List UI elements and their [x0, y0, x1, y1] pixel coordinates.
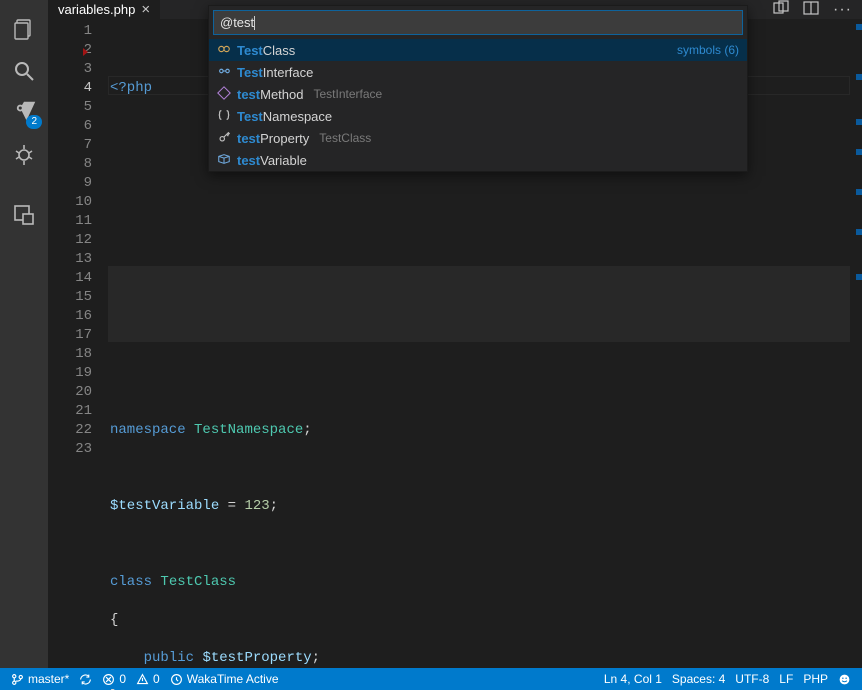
- tab-variables-php[interactable]: variables.php ×: [48, 0, 160, 19]
- symbol-label: TestNamespace: [237, 109, 332, 124]
- scm-badge: 2: [26, 115, 42, 129]
- line-gutter: 1234567891011121314151617181920212223: [48, 19, 110, 690]
- quick-open-item[interactable]: TestNamespace: [209, 105, 747, 127]
- symbol-label: TestInterface: [237, 65, 313, 80]
- symbol-variable-icon: [217, 152, 231, 169]
- close-icon[interactable]: ×: [141, 1, 150, 18]
- symbol-label: testMethod: [237, 87, 304, 102]
- source-control-icon[interactable]: 2: [0, 92, 48, 134]
- quick-open-item[interactable]: TestClass symbols (6): [209, 39, 747, 61]
- tab-actions: ···: [773, 0, 862, 19]
- symbol-range-highlight: [108, 266, 850, 342]
- symbol-label: testVariable: [237, 153, 307, 168]
- split-editor-icon[interactable]: [803, 0, 819, 19]
- overview-ruler[interactable]: [850, 19, 862, 690]
- editor-area: variables.php × ··· 12345678910111213141…: [48, 0, 862, 668]
- extensions-icon[interactable]: [0, 194, 48, 236]
- symbol-interface-icon: [217, 64, 231, 81]
- explorer-icon[interactable]: [0, 8, 48, 50]
- symbol-count: symbols (6): [677, 43, 739, 57]
- symbol-container: TestInterface: [314, 87, 383, 101]
- more-icon[interactable]: ···: [833, 1, 852, 19]
- symbol-class-icon: [217, 42, 231, 59]
- symbol-method-icon: [217, 86, 231, 103]
- symbol-label: TestClass: [237, 43, 295, 58]
- symbol-label: testProperty: [237, 131, 309, 146]
- quick-open-item[interactable]: testVariable: [209, 149, 747, 171]
- debug-icon[interactable]: [0, 134, 48, 176]
- quick-open-item[interactable]: testMethod TestInterface: [209, 83, 747, 105]
- search-icon[interactable]: [0, 50, 48, 92]
- quick-open-panel: @test TestClasssymbols (6)TestInterfacet…: [208, 5, 748, 172]
- compare-icon[interactable]: [773, 0, 789, 19]
- quick-open-item[interactable]: TestInterface: [209, 61, 747, 83]
- symbol-container: TestClass: [319, 131, 371, 145]
- tab-label: variables.php: [58, 2, 135, 17]
- symbol-property-icon: [217, 130, 231, 147]
- symbol-namespace-icon: [217, 108, 231, 125]
- quick-open-item[interactable]: testProperty TestClass: [209, 127, 747, 149]
- activity-bar: 2: [0, 0, 48, 668]
- quick-open-list: TestClasssymbols (6)TestInterfacetestMet…: [209, 39, 747, 171]
- quick-open-input[interactable]: @test: [213, 10, 743, 35]
